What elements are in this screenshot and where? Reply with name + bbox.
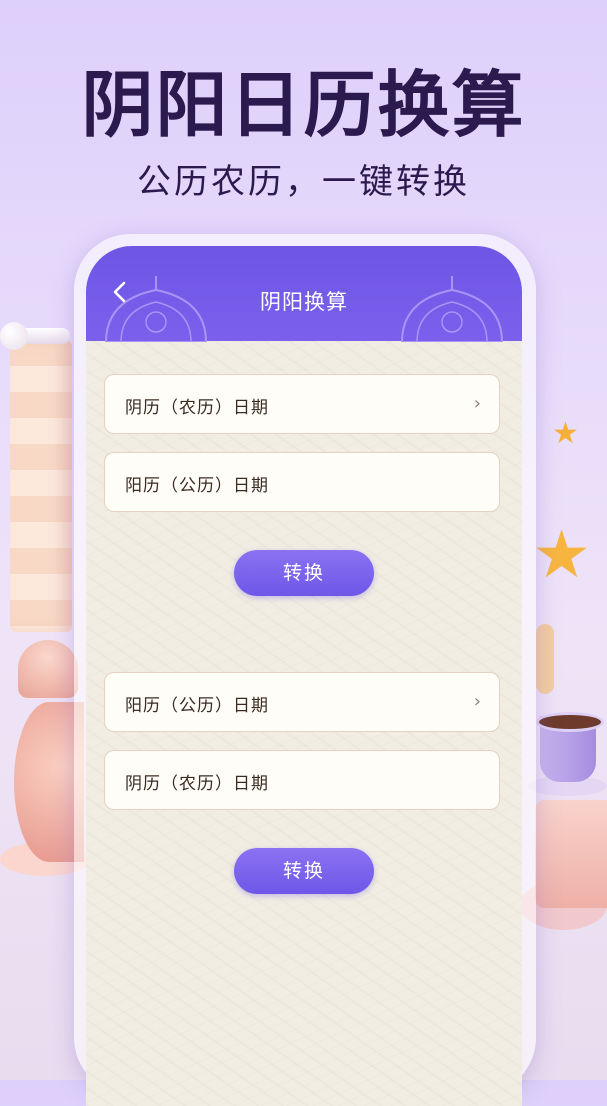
solar-date-picker[interactable]: 阳历（公历）日期 ›: [104, 672, 500, 732]
leaf-decoration: [536, 624, 554, 694]
lunar-date-result: 阴历（农历）日期: [104, 750, 500, 810]
star-icon: ★: [552, 416, 579, 451]
promo-subtitle: 公历农历，一键转换: [137, 162, 470, 202]
field-label: 阳历（公历）日期: [125, 696, 269, 716]
page-title: 阴阳换算: [260, 290, 348, 314]
field-label: 阴历（农历）日期: [125, 398, 269, 418]
kettle-lid-decoration: [18, 640, 78, 698]
app-screen: 阴阳换算 阴历（农历）日期 › 阳历（公历）日期 转换 阳历（公历）日期 › 阴…: [86, 246, 522, 1106]
convert-button[interactable]: 转换: [234, 848, 374, 894]
field-label: 阳历（公历）日期: [125, 476, 269, 496]
rod-knob-decoration: [0, 322, 28, 350]
towel-decoration: [10, 340, 72, 632]
chevron-right-icon: ›: [473, 691, 481, 712]
star-icon: ★: [532, 516, 592, 593]
book-decoration: [535, 800, 607, 908]
chevron-right-icon: ›: [473, 393, 481, 414]
lunar-date-picker[interactable]: 阴历（农历）日期 ›: [104, 374, 500, 434]
promo-title: 阴阳日历换算: [81, 63, 526, 147]
field-label: 阴历（农历）日期: [125, 774, 269, 794]
cup-rim-decoration: [536, 712, 604, 732]
app-header: 阴阳换算: [86, 246, 522, 342]
convert-button[interactable]: 转换: [234, 550, 374, 596]
solar-date-result: 阳历（公历）日期: [104, 452, 500, 512]
